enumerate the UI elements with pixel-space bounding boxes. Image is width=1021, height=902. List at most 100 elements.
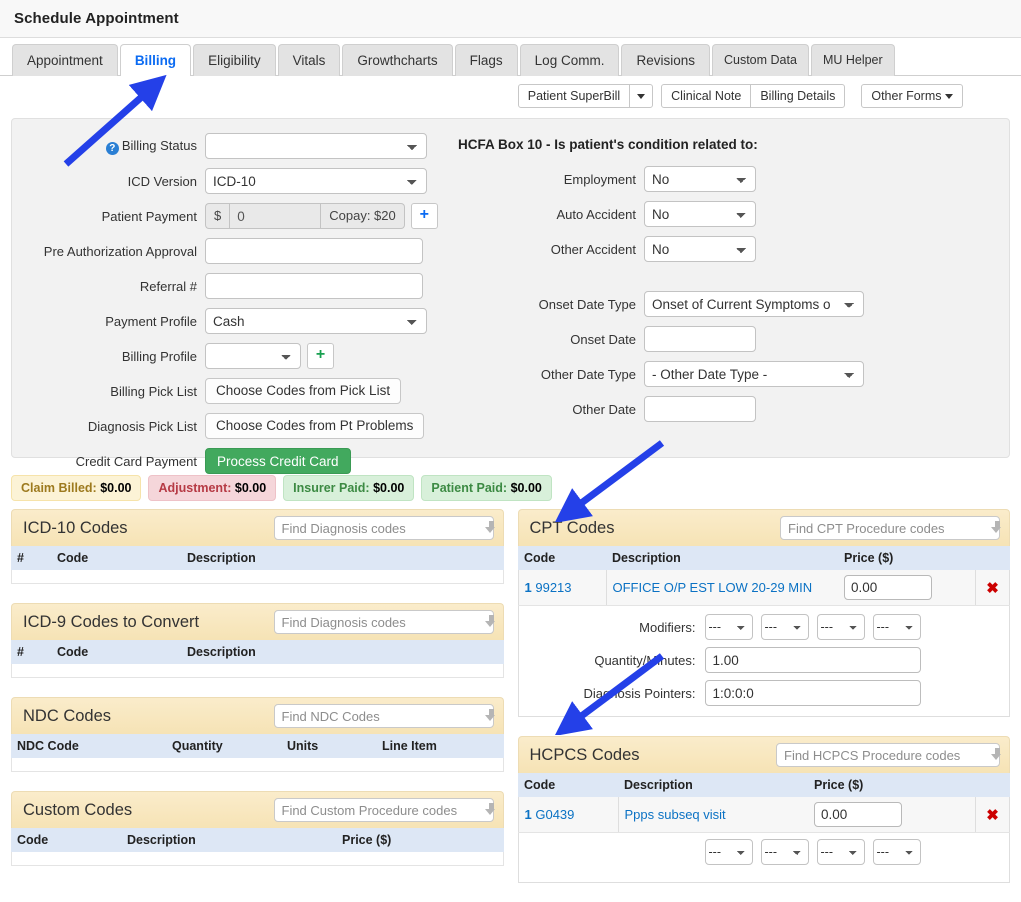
hcpcs-modifier-4-select[interactable]: --- <box>872 839 921 865</box>
hcpcs-delete-icon[interactable]: ✖ <box>975 797 1010 833</box>
hcpcs-table: Code Description Price ($) 1 G0439 Ppps … <box>517 773 1010 833</box>
tab-eligibility[interactable]: Eligibility <box>193 44 276 76</box>
cpt-search-input[interactable] <box>780 516 1000 540</box>
tab-log-comm[interactable]: Log Comm. <box>519 44 620 76</box>
field-other-date-type: Other Date Type - Other Date Type - <box>450 361 1009 387</box>
hcpcs-row-description-cell: Ppps subseq visit <box>618 797 808 833</box>
adjustment-amount: $0.00 <box>234 481 267 495</box>
cpt-row-number: 1 <box>524 580 532 595</box>
field-employment: Employment No <box>450 166 1009 192</box>
other-date-input[interactable] <box>644 396 756 422</box>
billing-details-button[interactable]: Billing Details <box>750 84 846 108</box>
add-billing-profile-button[interactable]: + <box>307 343 334 369</box>
auto-accident-select[interactable]: No <box>644 201 756 227</box>
ndc-search-input[interactable] <box>273 704 494 728</box>
patient-paid-amount: $0.00 <box>510 481 542 495</box>
hcfa-heading: HCFA Box 10 - Is patient's condition rel… <box>458 137 758 152</box>
employment-select[interactable]: No <box>644 166 756 192</box>
superbill-dropdown-button[interactable] <box>629 84 654 108</box>
billing-profile-select[interactable] <box>205 343 301 369</box>
hcpcs-row-code[interactable]: G0439 <box>535 807 574 822</box>
hcpcs-row-price-cell <box>808 797 976 833</box>
main-tabstrip: Appointment Billing Eligibility Vitals G… <box>0 38 1021 76</box>
icd9-table: # Code Description <box>11 640 504 664</box>
process-credit-card-button[interactable]: Process Credit Card <box>205 448 351 474</box>
cpt-search-box <box>780 516 1001 540</box>
cpt-price-input[interactable] <box>844 575 932 600</box>
cpt-row-description[interactable]: OFFICE O/P EST LOW 20-29 MIN <box>613 580 813 595</box>
custom-search-box <box>273 798 495 822</box>
hcpcs-row-number: 1 <box>524 807 532 822</box>
panel-ndc-codes: NDC Codes NDC Code Quantity Units Line I… <box>11 697 504 772</box>
ndc-col-code: NDC Code <box>11 734 166 758</box>
billing-status-label: ? Billing Status <box>12 138 205 155</box>
tab-custom-data[interactable]: Custom Data <box>711 44 809 76</box>
tab-appointment[interactable]: Appointment <box>12 44 118 76</box>
cpt-modifier-2-select[interactable]: --- <box>760 614 809 640</box>
onset-date-type-select[interactable]: Onset of Current Symptoms o <box>644 291 864 317</box>
tab-growthcharts[interactable]: Growthcharts <box>342 44 453 76</box>
cpt-diagnosis-pointers-input[interactable] <box>704 680 921 706</box>
help-icon[interactable]: ? <box>105 141 119 155</box>
cpt-col-price: Price ($) <box>838 546 976 570</box>
choose-codes-from-pick-list-button[interactable]: Choose Codes from Pick List <box>205 378 402 404</box>
tab-flags[interactable]: Flags <box>454 44 518 76</box>
cpt-quantity-input[interactable] <box>704 647 921 673</box>
icd10-panel-header: ICD-10 Codes <box>11 509 504 546</box>
custom-panel-header: Custom Codes <box>11 791 504 828</box>
hcpcs-modifier-2-select[interactable]: --- <box>760 839 809 865</box>
table-row[interactable]: 1 99213 OFFICE O/P EST LOW 20-29 MIN ✖ <box>517 570 1010 606</box>
patient-payment-label: Patient Payment <box>101 208 197 224</box>
tab-revisions[interactable]: Revisions <box>621 44 710 76</box>
panel-icd10-codes: ICD-10 Codes # Code Description <box>11 509 504 584</box>
ndc-table: NDC Code Quantity Units Line Item <box>11 734 504 758</box>
referral-input[interactable] <box>205 273 423 299</box>
other-accident-select[interactable]: No <box>644 236 756 262</box>
table-row[interactable]: 1 G0439 Ppps subseq visit ✖ <box>517 797 1010 833</box>
custom-col-description: Description <box>121 828 336 852</box>
cpt-delete-icon[interactable]: ✖ <box>975 570 1010 606</box>
cpt-row-code[interactable]: 99213 <box>535 580 571 595</box>
add-payment-button[interactable]: + <box>410 203 438 229</box>
hcpcs-row-description[interactable]: Ppps subseq visit <box>625 807 726 822</box>
tab-billing[interactable]: Billing <box>119 44 192 76</box>
credit-card-payment-label: Credit Card Payment <box>75 453 197 469</box>
tab-vitals[interactable]: Vitals <box>277 44 341 76</box>
billing-status-select[interactable] <box>205 133 427 159</box>
other-accident-label: Other Accident <box>550 241 636 257</box>
cpt-modifier-1-select[interactable]: --- <box>704 614 753 640</box>
employment-label: Employment <box>563 171 636 187</box>
pre-auth-input[interactable] <box>205 238 423 264</box>
onset-date-input[interactable] <box>644 326 756 352</box>
icd10-title: ICD-10 Codes <box>23 518 128 537</box>
hcpcs-search-input[interactable] <box>776 743 1000 767</box>
hcpcs-modifier-3-select[interactable]: --- <box>816 839 865 865</box>
icd9-search-input[interactable] <box>273 610 494 634</box>
cpt-quantity-row: Quantity/Minutes: <box>519 647 1000 673</box>
clinical-note-button[interactable]: Clinical Note <box>661 84 752 108</box>
form-action-toolbar: Patient SuperBill Clinical Note Billing … <box>0 76 1021 116</box>
patient-payment-input[interactable] <box>229 203 322 229</box>
cpt-modifier-4-select[interactable]: --- <box>872 614 921 640</box>
cpt-modifier-3-select[interactable]: --- <box>816 614 865 640</box>
other-forms-button[interactable]: Other Forms <box>861 84 963 108</box>
choose-codes-from-pt-problems-button[interactable]: Choose Codes from Pt Problems <box>205 413 425 439</box>
superbill-button-group: Patient SuperBill <box>517 84 654 108</box>
custom-search-input[interactable] <box>273 798 494 822</box>
icd-version-select[interactable]: ICD-10 <box>205 168 427 194</box>
right-code-column: CPT Codes Code Description Price ($) 1 <box>517 509 1010 902</box>
icd9-empty-body <box>11 664 504 678</box>
patient-superbill-button[interactable]: Patient SuperBill <box>517 84 631 108</box>
billing-pick-list-label: Billing Pick List <box>110 383 197 399</box>
field-auto-accident: Auto Accident No <box>450 201 1009 227</box>
ndc-col-quantity: Quantity <box>166 734 281 758</box>
icd10-col-code: Code <box>51 546 181 570</box>
hcpcs-modifier-1-select[interactable]: --- <box>704 839 753 865</box>
field-icd-version: ICD Version ICD-10 <box>12 168 442 194</box>
tab-mu-helper[interactable]: MU Helper <box>810 44 895 76</box>
hcpcs-price-input[interactable] <box>814 802 902 827</box>
cpt-row-code-cell: 1 99213 <box>517 570 607 606</box>
other-date-type-select[interactable]: - Other Date Type - <box>644 361 864 387</box>
payment-profile-select[interactable]: Cash <box>205 308 427 334</box>
icd10-search-input[interactable] <box>273 516 494 540</box>
